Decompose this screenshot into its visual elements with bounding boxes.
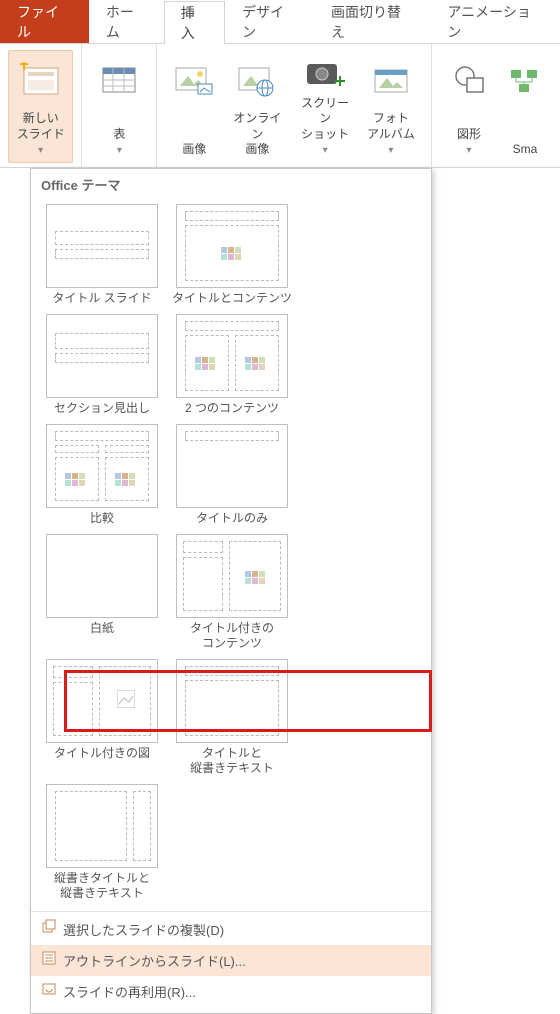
screenshot-icon xyxy=(303,55,347,94)
layout-thumb xyxy=(46,204,158,288)
dropdown-header: Office テーマ xyxy=(31,169,431,200)
smartart-icon xyxy=(505,55,545,105)
table-icon xyxy=(99,55,139,105)
layout-label: タイトルのみ xyxy=(196,511,268,526)
smartart-button[interactable]: Sma xyxy=(498,50,552,163)
layout-label: タイトル付きの コンテンツ xyxy=(190,621,274,651)
smartart-label: Sma xyxy=(513,142,538,156)
online-image-label: オンライン 画像 xyxy=(233,111,281,156)
layout-thumb xyxy=(176,534,288,618)
menu-label: 選択したスライドの複製(D) xyxy=(63,923,224,938)
table-label: 表 xyxy=(113,127,125,141)
shapes-button[interactable]: 図形 xyxy=(440,50,498,163)
new-slide-label: 新しい スライド xyxy=(17,111,65,141)
tab-transition[interactable]: 画面切り替え xyxy=(314,0,430,43)
layout-picture-caption[interactable]: タイトル付きの図 xyxy=(37,659,167,776)
layout-thumb xyxy=(46,659,158,743)
ribbon-group-tables: 表 xyxy=(82,44,157,167)
tab-home[interactable]: ホーム xyxy=(89,0,164,43)
table-button[interactable]: 表 xyxy=(90,50,148,163)
ribbon-group-images: 画像 オンライン 画像 スクリーン ショット フォト アルバム xyxy=(157,44,432,167)
menu-label: アウトラインからスライド(L)... xyxy=(63,954,246,969)
layout-thumb xyxy=(176,424,288,508)
layout-thumb xyxy=(176,659,288,743)
layout-label: タイトルと 縦書きテキスト xyxy=(190,746,274,776)
layout-label: タイトル スライド xyxy=(52,291,151,306)
menu-label: スライドの再利用(R)... xyxy=(63,985,196,1000)
layout-two-content[interactable]: 2 つのコンテンツ xyxy=(167,314,297,416)
new-slide-button[interactable]: 新しい スライド xyxy=(8,50,73,163)
tab-design[interactable]: デザイン xyxy=(225,0,314,43)
outline-icon xyxy=(41,950,57,966)
layout-thumb xyxy=(46,314,158,398)
tab-animation[interactable]: アニメーション xyxy=(430,0,560,43)
layout-blank[interactable]: 白紙 xyxy=(37,534,167,651)
photo-album-button[interactable]: フォト アルバム xyxy=(359,50,423,163)
layout-thumb xyxy=(46,534,158,618)
new-slide-icon xyxy=(18,55,64,105)
layout-title-content[interactable]: タイトルとコンテンツ xyxy=(167,204,297,306)
tab-file[interactable]: ファイル xyxy=(0,0,89,43)
new-slide-dropdown: Office テーマ タイトル スライド タイトルとコンテンツ xyxy=(30,168,432,1014)
layout-vertical-title-text[interactable]: 縦書きタイトルと 縦書きテキスト xyxy=(37,784,167,901)
layout-label: タイトル付きの図 xyxy=(54,746,150,761)
layout-title-slide[interactable]: タイトル スライド xyxy=(37,204,167,306)
image-label: 画像 xyxy=(182,142,206,156)
layout-title-only[interactable]: タイトルのみ xyxy=(167,424,297,526)
ribbon-tabs: ファイル ホーム 挿入 デザイン 画面切り替え アニメーション xyxy=(0,0,560,44)
layout-comparison[interactable]: 比較 xyxy=(37,424,167,526)
ribbon-group-illustrations: 図形 Sma xyxy=(432,44,560,167)
screenshot-label: スクリーン ショット xyxy=(301,96,349,141)
menu-duplicate-slide[interactable]: 選択したスライドの複製(D) xyxy=(31,914,431,945)
layout-title-vertical-text[interactable]: タイトルと 縦書きテキスト xyxy=(167,659,297,776)
layout-label: 2 つのコンテンツ xyxy=(185,401,279,416)
dropdown-footer: 選択したスライドの複製(D) アウトラインからスライド(L)... スライドの再… xyxy=(31,911,431,1013)
menu-reuse-slides[interactable]: スライドの再利用(R)... xyxy=(31,976,431,1007)
reuse-icon xyxy=(41,981,57,997)
layout-label: 縦書きタイトルと 縦書きテキスト xyxy=(54,871,150,901)
layout-label: セクション見出し xyxy=(54,401,150,416)
layout-label: 白紙 xyxy=(90,621,114,636)
tab-insert[interactable]: 挿入 xyxy=(164,1,225,44)
screenshot-button[interactable]: スクリーン ショット xyxy=(291,50,358,163)
layout-thumb xyxy=(176,314,288,398)
layout-grid: タイトル スライド タイトルとコンテンツ セクション見出し xyxy=(31,200,431,911)
photo-album-label: フォト アルバム xyxy=(367,111,415,141)
image-button[interactable]: 画像 xyxy=(165,50,223,163)
shapes-icon xyxy=(447,55,491,105)
layout-thumb xyxy=(46,784,158,868)
duplicate-icon xyxy=(41,919,57,935)
layout-thumb xyxy=(46,424,158,508)
shapes-label: 図形 xyxy=(457,127,481,141)
ribbon-group-slides: 新しい スライド xyxy=(0,44,82,167)
online-image-icon xyxy=(235,55,279,105)
layout-section-header[interactable]: セクション見出し xyxy=(37,314,167,416)
online-image-button[interactable]: オンライン 画像 xyxy=(223,50,291,163)
photo-album-icon xyxy=(369,55,413,105)
layout-thumb xyxy=(176,204,288,288)
layout-content-caption[interactable]: タイトル付きの コンテンツ xyxy=(167,534,297,651)
menu-slides-from-outline[interactable]: アウトラインからスライド(L)... xyxy=(31,945,431,976)
layout-label: 比較 xyxy=(90,511,114,526)
layout-label: タイトルとコンテンツ xyxy=(172,291,292,306)
ribbon: 新しい スライド 表 画像 オンライン 画像 スクリーン シ xyxy=(0,44,560,168)
image-icon xyxy=(172,55,216,105)
